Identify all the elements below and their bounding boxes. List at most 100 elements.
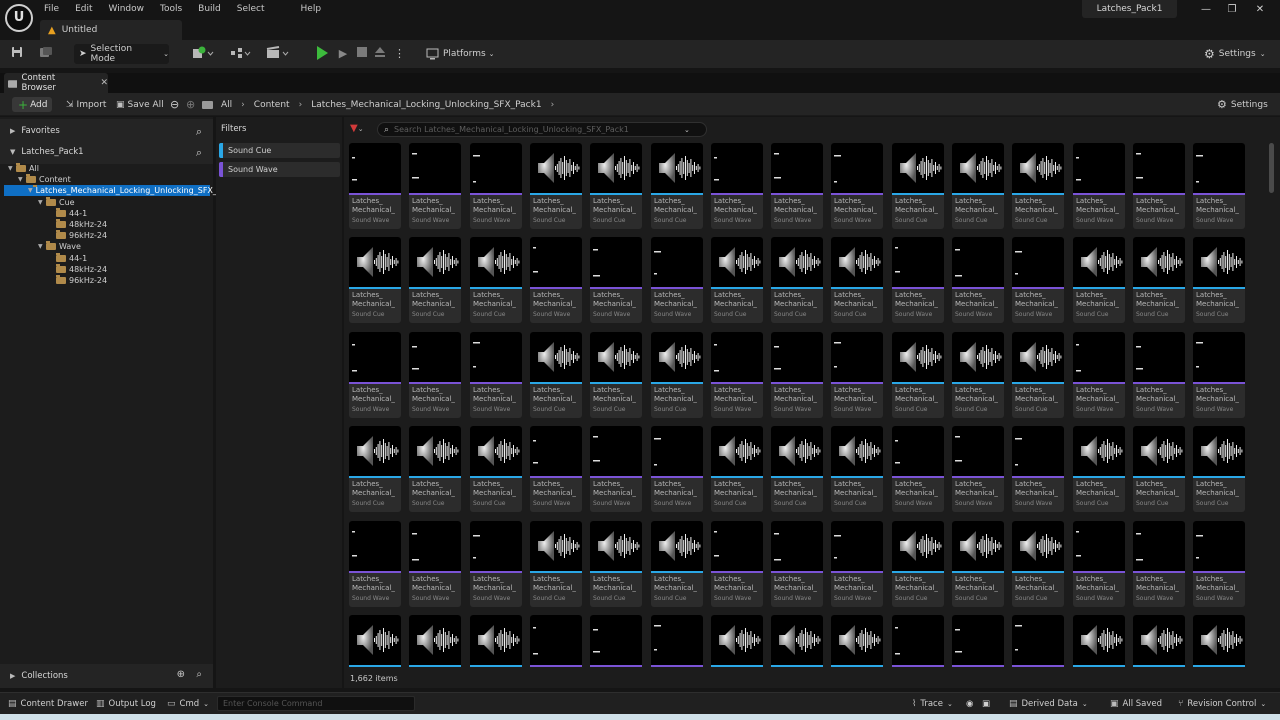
sound-cue-asset[interactable]: Latches_Mechanical_Sound Cue — [771, 237, 823, 323]
platforms-dropdown[interactable]: Platforms ⌄ — [426, 46, 495, 62]
all-saved-button[interactable]: ▣ All Saved — [1110, 697, 1162, 711]
sound-cue-asset[interactable]: Latches_Mechanical_Sound Cue — [1012, 143, 1064, 229]
trace-dropdown[interactable]: ⌇ Trace ⌄ — [912, 697, 953, 711]
derived-data-dropdown[interactable]: ▤ Derived Data ⌄ — [1009, 697, 1088, 711]
sound-wave-asset[interactable]: Latches_Mechanical_Sound Wave — [711, 521, 763, 607]
menu-file[interactable]: File — [44, 2, 59, 16]
eject-icon[interactable] — [374, 46, 386, 62]
sound-wave-asset[interactable]: Latches_Mechanical_Sound Wave — [892, 615, 944, 667]
breadcrumb-all[interactable]: All — [221, 100, 232, 110]
screenshot-icon[interactable]: ▣ — [982, 697, 990, 711]
sound-cue-asset[interactable]: Latches_Mechanical_Sound Cue — [530, 521, 582, 607]
sound-wave-asset[interactable]: Latches_Mechanical_Sound Wave — [952, 237, 1004, 323]
menu-window[interactable]: Window — [109, 2, 145, 16]
sound-wave-asset[interactable]: Latches_Mechanical_Sound Wave — [1012, 615, 1064, 667]
sound-cue-asset[interactable]: Latches_Mechanical_Sound Cue — [409, 237, 461, 323]
chevron-down-icon[interactable]: ▼ — [28, 187, 33, 194]
content-browser-settings-button[interactable]: ⚙ Settings — [1217, 97, 1268, 112]
sound-cue-asset[interactable]: Latches_Mechanical_Sound Cue — [892, 143, 944, 229]
sound-wave-asset[interactable]: Latches_Mechanical_Sound Wave — [470, 521, 522, 607]
sound-wave-asset[interactable]: Latches_Mechanical_Sound Wave — [409, 521, 461, 607]
sound-cue-asset[interactable]: Latches_Mechanical_Sound Cue — [1193, 615, 1245, 667]
more-options-icon[interactable]: ⋮ — [394, 46, 405, 62]
sound-wave-asset[interactable]: Latches_Mechanical_Sound Wave — [530, 615, 582, 667]
chevron-down-icon[interactable]: ▼ — [38, 243, 46, 250]
sound-wave-asset[interactable]: Latches_Mechanical_Sound Wave — [1133, 143, 1185, 229]
sound-cue-asset[interactable]: Latches_Mechanical_Sound Cue — [590, 521, 642, 607]
add-collection-icon[interactable]: ⊕ — [177, 669, 185, 680]
sound-wave-asset[interactable]: Latches_Mechanical_Sound Wave — [771, 332, 823, 418]
sound-wave-asset[interactable]: Latches_Mechanical_Sound Wave — [651, 426, 703, 512]
asset-search-input[interactable] — [394, 125, 685, 134]
sound-wave-asset[interactable]: Latches_Mechanical_Sound Wave — [1193, 521, 1245, 607]
sound-cue-asset[interactable]: Latches_Mechanical_Sound Cue — [470, 237, 522, 323]
sound-wave-asset[interactable]: Latches_Mechanical_Sound Wave — [651, 237, 703, 323]
sound-cue-asset[interactable]: Latches_Mechanical_Sound Cue — [409, 615, 461, 667]
sound-wave-asset[interactable]: Latches_Mechanical_Sound Wave — [409, 332, 461, 418]
sound-wave-asset[interactable]: Latches_Mechanical_Sound Wave — [892, 237, 944, 323]
sound-wave-asset[interactable]: Latches_Mechanical_Sound Wave — [1193, 332, 1245, 418]
chevron-down-icon[interactable]: ⌄ — [684, 126, 690, 134]
sound-wave-asset[interactable]: Latches_Mechanical_Sound Wave — [831, 143, 883, 229]
sound-cue-asset[interactable]: Latches_Mechanical_Sound Cue — [1012, 332, 1064, 418]
restore-button[interactable]: ❐ — [1222, 3, 1242, 17]
menu-tools[interactable]: Tools — [160, 2, 182, 16]
record-icon[interactable]: ◉ — [966, 697, 973, 711]
sound-cue-asset[interactable]: Latches_Mechanical_Sound Cue — [952, 332, 1004, 418]
add-actor-icon[interactable] — [191, 46, 215, 62]
project-header[interactable]: ▼ Latches_Pack1 ⌕ — [0, 140, 213, 164]
sound-cue-asset[interactable]: Latches_Mechanical_Sound Cue — [831, 237, 883, 323]
sound-cue-asset[interactable]: Latches_Mechanical_Sound Cue — [892, 332, 944, 418]
sound-wave-asset[interactable]: Latches_Mechanical_Sound Wave — [470, 143, 522, 229]
sound-wave-asset[interactable]: Latches_Mechanical_Sound Wave — [771, 521, 823, 607]
stop-icon[interactable] — [356, 46, 368, 62]
sound-cue-asset[interactable]: Latches_Mechanical_Sound Cue — [349, 237, 401, 323]
sound-wave-asset[interactable]: Latches_Mechanical_Sound Wave — [1073, 521, 1125, 607]
sound-cue-asset[interactable]: Latches_Mechanical_Sound Cue — [831, 615, 883, 667]
tree-item[interactable]: ▼ Wave — [38, 241, 81, 252]
play-button[interactable] — [317, 46, 328, 60]
sound-cue-asset[interactable]: Latches_Mechanical_Sound Cue — [530, 332, 582, 418]
tree-item[interactable]: 44-1 — [48, 253, 87, 264]
sound-wave-asset[interactable]: Latches_Mechanical_Sound Wave — [771, 143, 823, 229]
asset-search[interactable]: ⌕ ⌄ — [377, 122, 707, 137]
cinematics-icon[interactable] — [265, 46, 291, 62]
search-icon[interactable]: ⌕ — [196, 669, 202, 680]
tree-item[interactable]: 48kHz-24 — [48, 264, 107, 275]
sound-cue-asset[interactable]: Latches_Mechanical_Sound Cue — [1133, 615, 1185, 667]
document-tab[interactable]: ▲ Untitled — [40, 20, 182, 40]
import-button[interactable]: ⇲ Import — [66, 97, 106, 112]
unreal-logo-icon[interactable]: U — [5, 4, 33, 32]
selection-mode-dropdown[interactable]: ➤ Selection Mode ⌄ — [74, 44, 169, 64]
sound-cue-asset[interactable]: Latches_Mechanical_Sound Cue — [1193, 237, 1245, 323]
menu-select[interactable]: Select — [237, 2, 265, 16]
breadcrumb-pack[interactable]: Latches_Mechanical_Locking_Unlocking_SFX… — [311, 100, 541, 110]
sound-wave-asset[interactable]: Latches_Mechanical_Sound Wave — [1073, 143, 1125, 229]
sound-cue-asset[interactable]: Latches_Mechanical_Sound Cue — [349, 426, 401, 512]
chevron-down-icon[interactable]: ▼ — [38, 199, 46, 206]
tree-item[interactable]: 44-1 — [48, 208, 87, 219]
source-control-icon[interactable] — [38, 46, 54, 62]
sound-wave-asset[interactable]: Latches_Mechanical_Sound Wave — [1012, 426, 1064, 512]
sound-wave-asset[interactable]: Latches_Mechanical_Sound Wave — [1193, 143, 1245, 229]
sound-cue-asset[interactable]: Latches_Mechanical_Sound Cue — [1012, 521, 1064, 607]
sound-cue-asset[interactable]: Latches_Mechanical_Sound Cue — [409, 426, 461, 512]
sound-wave-asset[interactable]: Latches_Mechanical_Sound Wave — [349, 143, 401, 229]
sound-cue-asset[interactable]: Latches_Mechanical_Sound Cue — [711, 426, 763, 512]
tree-item[interactable]: 96kHz-24 — [48, 275, 107, 286]
forward-button[interactable]: ⊕ — [186, 97, 195, 112]
sound-cue-asset[interactable]: Latches_Mechanical_Sound Cue — [590, 332, 642, 418]
sound-wave-asset[interactable]: Latches_Mechanical_Sound Wave — [1133, 332, 1185, 418]
content-browser-tab[interactable]: Content Browser ✕ — [4, 73, 108, 93]
sound-wave-asset[interactable]: Latches_Mechanical_Sound Wave — [831, 332, 883, 418]
sound-cue-asset[interactable]: Latches_Mechanical_Sound Cue — [1073, 615, 1125, 667]
sound-cue-asset[interactable]: Latches_Mechanical_Sound Cue — [470, 426, 522, 512]
sound-cue-asset[interactable]: Latches_Mechanical_Sound Cue — [470, 615, 522, 667]
sound-cue-asset[interactable]: Latches_Mechanical_Sound Cue — [651, 143, 703, 229]
sound-cue-asset[interactable]: Latches_Mechanical_Sound Cue — [771, 615, 823, 667]
add-button[interactable]: + Add — [12, 97, 52, 112]
save-all-button[interactable]: ▣ Save All — [116, 97, 164, 112]
content-drawer-button[interactable]: ▤ Content Drawer — [8, 697, 88, 711]
sound-cue-asset[interactable]: Latches_Mechanical_Sound Cue — [1073, 426, 1125, 512]
sound-wave-asset[interactable]: Latches_Mechanical_Sound Wave — [530, 426, 582, 512]
